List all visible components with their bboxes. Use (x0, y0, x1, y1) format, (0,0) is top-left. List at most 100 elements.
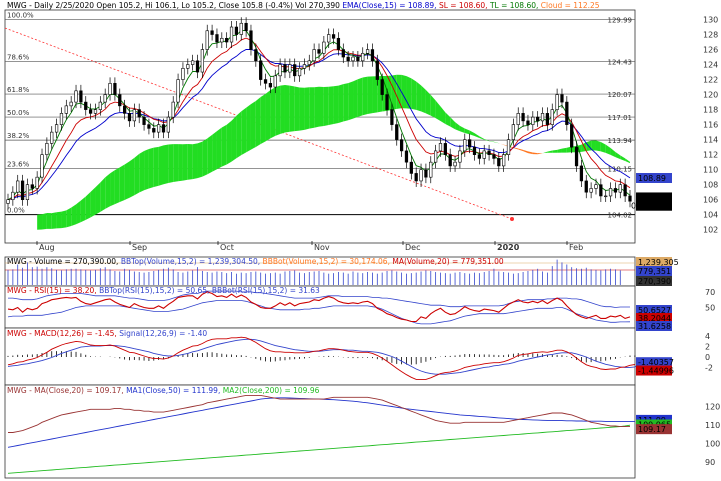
cloud-segment-30 (178, 144, 183, 182)
cloud-segment-19 (124, 161, 130, 200)
candle-body-71 (351, 56, 355, 62)
cloud-segment-26 (158, 145, 164, 186)
cloud-segment-16 (110, 170, 115, 207)
cloud-segment-58 (314, 86, 319, 128)
cloud-segment-33 (192, 143, 198, 180)
candle-body-62 (307, 60, 311, 65)
price-x-label-5: 2020 (497, 243, 520, 252)
cloud-segment-63 (338, 84, 344, 123)
cloud-segment-2 (42, 213, 47, 230)
price-y-tick-7: 116 (703, 121, 718, 130)
cloud-segment-46 (255, 97, 261, 147)
price-x-label-6: Feb (569, 243, 583, 252)
candle-body-2 (16, 180, 20, 193)
candle-body-68 (336, 37, 341, 50)
candle-body-60 (297, 68, 302, 77)
candle-body-12 (64, 105, 68, 114)
candle-body-41 (205, 30, 209, 50)
candle-body-3 (20, 180, 25, 201)
cloud-segment-44 (246, 104, 251, 153)
candle-body-48 (239, 22, 243, 35)
price-x-label-4: Dec (405, 243, 420, 252)
volume-panel: 1,239,305779,351270,390 MWG - Volume = 2… (4, 256, 679, 287)
price-y-tick-13: 128 (703, 31, 718, 40)
candle-body-86 (424, 169, 428, 178)
candle-body-1 (11, 191, 15, 201)
cloud-segment-15 (105, 173, 111, 209)
candle-body-14 (74, 90, 78, 103)
cloud-segment-4 (51, 212, 57, 229)
price-y-axis: 102 104 106 108 110 112 114 116 118 120 122 124 126 1… (703, 16, 718, 235)
candle-body-10 (54, 124, 59, 133)
candle-body-49 (244, 22, 248, 32)
candle-body-113 (555, 94, 559, 110)
cloud-segment-69 (367, 76, 373, 115)
candle-body-103 (506, 139, 511, 155)
candle-body-21 (108, 83, 112, 95)
candle-body-79 (390, 109, 394, 125)
cloud-segment-20 (129, 157, 135, 198)
price-panel: 102 104 106 108 110 112 114 116 118 120 122 124 126 1… (4, 1, 718, 252)
candle-body-106 (521, 113, 525, 122)
price-y-tick-8: 118 (703, 106, 718, 115)
macd-y-tick-0: 4 (705, 332, 710, 341)
fib-label-6: 0.0% (7, 207, 25, 215)
ma-y-tick-0: 90 (705, 458, 715, 467)
candle-body-38 (191, 60, 195, 65)
fib-label-4: 38.2% (7, 132, 30, 140)
candle-body-11 (59, 113, 64, 125)
rsi-panel: 50 70 50.652738.204431.6258 MWG - RSI(15)… (4, 285, 715, 331)
candle-body-77 (380, 79, 384, 95)
candle-body-76 (375, 60, 379, 80)
cloud-segment-54 (294, 86, 300, 132)
cloud-segment-9 (76, 200, 81, 225)
cloud-segment-24 (148, 147, 154, 189)
candle-body-119 (584, 180, 588, 193)
price-x-label-3: Nov (314, 243, 330, 252)
cloud-segment-22 (139, 150, 145, 193)
candle-body-32 (161, 124, 166, 133)
cloud-segment-56 (304, 87, 310, 130)
volume-label-0: 1,239,305 (638, 258, 679, 267)
candle-body-74 (365, 49, 370, 54)
fib-value-3: 117.01 (608, 114, 633, 122)
candle-body-109 (536, 116, 540, 122)
volume-label-2: 270,390 (638, 277, 671, 286)
candle-body-5 (30, 184, 34, 189)
candle-body-120 (589, 188, 593, 193)
cloud-segment-60 (323, 86, 329, 126)
rsi-label-2: 31.6258 (638, 322, 671, 331)
cloud-segment-10 (80, 196, 86, 223)
candle-body-18 (93, 109, 98, 114)
cloud-segment-43 (241, 107, 247, 156)
cloud-segment-45 (250, 100, 256, 150)
candle-body-67 (331, 34, 336, 39)
candle-body-40 (200, 49, 205, 73)
price-zero-label: 0 (631, 201, 636, 210)
candle-body-28 (142, 116, 146, 125)
candle-body-110 (540, 113, 545, 122)
cloud-segment-38 (216, 127, 222, 170)
candle-body-22 (113, 83, 117, 95)
cloud-segment-66 (353, 79, 358, 119)
candle-body-6 (35, 176, 39, 189)
macd-panel: 4 20-2 -1.40357-1.44996 MWG - MACD(12,26)… (4, 327, 713, 386)
candle-body-89 (438, 143, 443, 152)
cloud-segment-40 (226, 120, 232, 165)
cloud-segment-12 (90, 187, 96, 218)
candle-body-126 (618, 184, 622, 193)
cloud-segment-3 (46, 213, 52, 229)
candle-body-58 (288, 64, 292, 73)
candle-body-69 (341, 49, 345, 58)
candle-body-34 (171, 101, 175, 118)
candle-body-94 (463, 139, 467, 152)
candle-body-93 (458, 150, 462, 163)
cloud-segment-78 (411, 78, 417, 110)
fib-label-5: 23.6% (7, 161, 30, 169)
cloud-segment-77 (406, 76, 412, 109)
candle-body-16 (84, 101, 88, 110)
candle-body-95 (468, 139, 472, 148)
ma-value-labels: 111.99109.965109.17 (636, 414, 672, 435)
candle-body-83 (409, 161, 413, 174)
candle-body-107 (526, 120, 530, 125)
